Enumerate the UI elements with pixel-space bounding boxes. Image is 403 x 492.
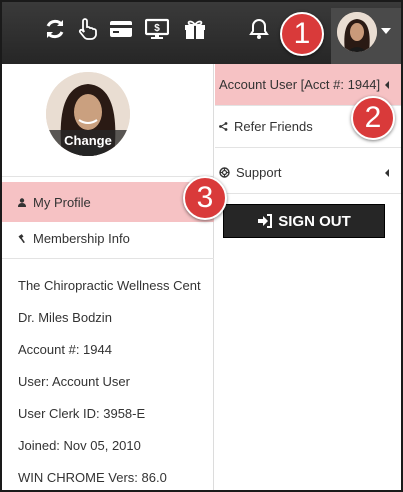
menu-item-membership-info[interactable]: Membership Info [2, 218, 214, 258]
sign-out-label: SIGN OUT [278, 212, 351, 230]
gavel-icon [18, 233, 28, 243]
credit-card-icon[interactable] [108, 16, 134, 42]
share-icon [219, 122, 229, 131]
support-label: Support [236, 165, 282, 180]
chevron-down-icon [381, 28, 391, 34]
step-marker-2: 2 [351, 96, 395, 140]
my-profile-label: My Profile [33, 194, 91, 210]
profile-picture[interactable]: Change [46, 72, 130, 156]
refresh-icon[interactable] [42, 16, 68, 42]
svg-text:$: $ [154, 23, 160, 34]
life-ring-icon [219, 167, 231, 178]
top-navigation-bar: $ [2, 2, 401, 64]
gift-icon[interactable] [182, 16, 208, 42]
caret-left-icon [385, 169, 389, 177]
menu-item-support[interactable]: Support [215, 152, 401, 194]
sign-out-icon [258, 214, 273, 228]
browser-version: WIN CHROME Vers: 86.0 [18, 470, 167, 485]
joined-date: Joined: Nov 05, 2010 [18, 438, 141, 453]
account-dropdown-screenshot: $ Change My Profile Membership Info The … [0, 0, 403, 492]
account-number: Account #: 1944 [18, 342, 112, 357]
step-marker-1: 1 [280, 12, 324, 56]
user-clerk-id: User Clerk ID: 3958-E [18, 406, 146, 421]
hand-pointer-icon[interactable] [74, 16, 100, 42]
change-photo-label[interactable]: Change [46, 130, 130, 156]
divider [2, 258, 214, 259]
membership-info-label: Membership Info [33, 230, 130, 246]
account-user-label: Account User [Acct #: 1944] [219, 77, 381, 92]
profile-panel: Change My Profile Membership Info The Ch… [2, 64, 214, 490]
bell-icon[interactable] [246, 16, 272, 42]
user-name: User: Account User [18, 374, 130, 389]
sign-out-button[interactable]: SIGN OUT [223, 204, 385, 238]
divider [2, 176, 214, 177]
practice-name: The Chiropractic Wellness Cent [18, 278, 201, 293]
caret-left-icon [385, 81, 389, 89]
menu-item-my-profile[interactable]: My Profile [2, 182, 214, 222]
user-icon [18, 197, 28, 207]
avatar [337, 12, 377, 52]
doctor-name: Dr. Miles Bodzin [18, 310, 112, 325]
user-avatar-dropdown[interactable] [331, 8, 401, 64]
refer-friends-label: Refer Friends [234, 119, 313, 134]
monitor-dollar-icon[interactable]: $ [144, 16, 170, 42]
step-marker-3: 3 [183, 176, 227, 220]
